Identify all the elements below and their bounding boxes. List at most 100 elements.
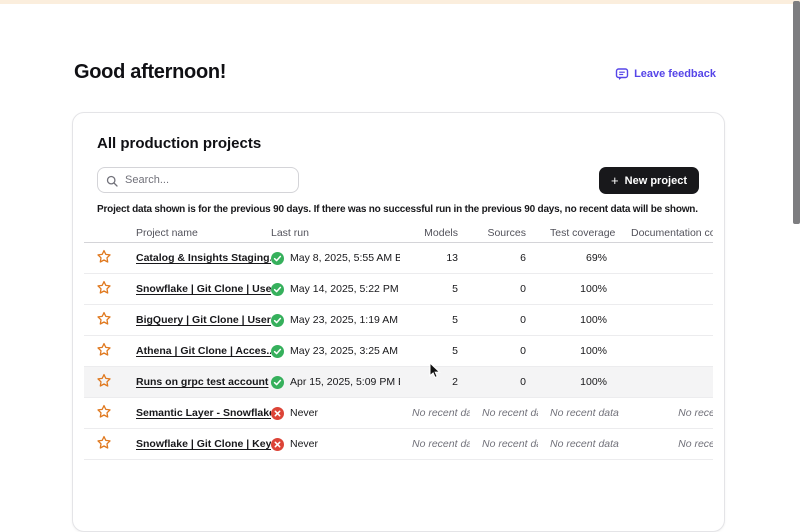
favorite-cell bbox=[84, 342, 124, 360]
test-coverage-cell: No recent data bbox=[538, 407, 619, 419]
test-coverage-cell: 100% bbox=[538, 283, 619, 295]
leave-feedback-label: Leave feedback bbox=[634, 68, 716, 80]
production-projects-card: All production projects + New project Pr… bbox=[72, 112, 725, 532]
table-row[interactable]: Snowflake | Git Clone | Use... May 14, 20… bbox=[84, 274, 713, 305]
favorite-star-icon[interactable] bbox=[96, 342, 112, 357]
sources-cell: No recent data bbox=[470, 407, 538, 419]
sources-cell: 6 bbox=[470, 252, 538, 264]
models-cell: 5 bbox=[400, 345, 470, 357]
favorite-cell bbox=[84, 311, 124, 329]
project-link[interactable]: Runs on grpc test account bbox=[136, 376, 268, 388]
table-row[interactable]: Snowflake | Git Clone | Key... Never No re… bbox=[84, 429, 713, 460]
project-name-cell: BigQuery | Git Clone | User... bbox=[124, 314, 271, 326]
top-accent-band bbox=[0, 0, 800, 4]
project-name-cell: Snowflake | Git Clone | Use... bbox=[124, 283, 271, 295]
feedback-bubble-icon bbox=[615, 67, 629, 81]
last-run-text: May 8, 2025, 5:55 AM BS bbox=[290, 252, 400, 264]
table-row[interactable]: Semantic Layer - Snowflake Never No recent… bbox=[84, 398, 713, 429]
vertical-scrollbar-thumb[interactable] bbox=[793, 1, 800, 224]
project-name-cell: Semantic Layer - Snowflake bbox=[124, 407, 271, 419]
favorite-cell bbox=[84, 373, 124, 391]
project-link[interactable]: Snowflake | Git Clone | Key... bbox=[136, 438, 271, 450]
column-header: Last run bbox=[271, 227, 400, 239]
project-link[interactable]: Catalog & Insights Staging... bbox=[136, 252, 271, 264]
project-link[interactable]: Semantic Layer - Snowflake bbox=[136, 407, 271, 419]
new-project-label: New project bbox=[625, 175, 687, 187]
last-run-text: May 23, 2025, 1:19 AM BS bbox=[290, 314, 400, 326]
favorite-star-icon[interactable] bbox=[96, 311, 112, 326]
table-header-row: Project nameLast runModelsSourcesTest co… bbox=[84, 223, 713, 243]
success-check-icon bbox=[271, 252, 284, 265]
doc-coverage-cell: No recent data bbox=[619, 438, 713, 450]
test-coverage-cell: 69% bbox=[538, 252, 619, 264]
table-row[interactable]: Runs on grpc test account Apr 15, 2025, 5… bbox=[84, 367, 713, 398]
project-name-cell: Athena | Git Clone | Acces... bbox=[124, 345, 271, 357]
favorite-star-icon[interactable] bbox=[96, 280, 112, 295]
success-check-icon bbox=[271, 376, 284, 389]
table-row[interactable]: Athena | Git Clone | Acces... May 23, 202… bbox=[84, 336, 713, 367]
favorite-star-icon[interactable] bbox=[96, 249, 112, 264]
favorite-star-icon[interactable] bbox=[96, 404, 112, 419]
favorite-cell bbox=[84, 404, 124, 422]
last-run-text: Never bbox=[290, 438, 318, 450]
search-icon bbox=[106, 174, 118, 192]
project-link[interactable]: Athena | Git Clone | Acces... bbox=[136, 345, 271, 357]
sources-cell: 0 bbox=[470, 283, 538, 295]
search-wrap bbox=[97, 167, 299, 193]
card-title: All production projects bbox=[97, 135, 700, 152]
column-header: Documentation coverage bbox=[619, 227, 713, 239]
never-x-icon bbox=[271, 407, 284, 420]
last-run-cell: May 23, 2025, 1:19 AM BS bbox=[271, 314, 400, 327]
table-row[interactable]: BigQuery | Git Clone | User... May 23, 20… bbox=[84, 305, 713, 336]
table-body: Catalog & Insights Staging... May 8, 2025… bbox=[84, 243, 713, 460]
project-name-cell: Catalog & Insights Staging... bbox=[124, 252, 271, 264]
column-header: Project name bbox=[124, 227, 271, 239]
last-run-cell: May 8, 2025, 5:55 AM BS bbox=[271, 252, 400, 265]
last-run-cell: Apr 15, 2025, 5:09 PM BS bbox=[271, 376, 400, 389]
favorite-cell bbox=[84, 435, 124, 453]
last-run-text: May 23, 2025, 3:25 AM B bbox=[290, 345, 400, 357]
models-cell: 5 bbox=[400, 314, 470, 326]
models-cell: No recent data bbox=[400, 407, 470, 419]
page-title: Good afternoon! bbox=[74, 61, 226, 84]
search-input[interactable] bbox=[97, 167, 299, 193]
dashboard-page: { "page": { "greeting": "Good afternoon!… bbox=[0, 0, 800, 450]
never-x-icon bbox=[271, 438, 284, 451]
projects-table: Project nameLast runModelsSourcesTest co… bbox=[84, 223, 713, 460]
last-run-text: Never bbox=[290, 407, 318, 419]
project-name-cell: Snowflake | Git Clone | Key... bbox=[124, 438, 271, 450]
data-window-note: Project data shown is for the previous 9… bbox=[97, 204, 700, 215]
project-name-cell: Runs on grpc test account bbox=[124, 376, 271, 388]
table-row[interactable]: Catalog & Insights Staging... May 8, 2025… bbox=[84, 243, 713, 274]
sources-cell: No recent data bbox=[470, 438, 538, 450]
last-run-text: Apr 15, 2025, 5:09 PM BS bbox=[290, 376, 400, 388]
test-coverage-cell: 100% bbox=[538, 345, 619, 357]
leave-feedback-link[interactable]: Leave feedback bbox=[615, 67, 716, 81]
models-cell: 2 bbox=[400, 376, 470, 388]
last-run-cell: May 14, 2025, 5:22 PM BS bbox=[271, 283, 400, 296]
success-check-icon bbox=[271, 283, 284, 296]
models-cell: No recent data bbox=[400, 438, 470, 450]
favorite-cell bbox=[84, 280, 124, 298]
sources-cell: 0 bbox=[470, 376, 538, 388]
favorite-star-icon[interactable] bbox=[96, 435, 112, 450]
project-link[interactable]: Snowflake | Git Clone | Use... bbox=[136, 283, 271, 295]
doc-coverage-cell: No recent data bbox=[619, 407, 713, 419]
new-project-button[interactable]: + New project bbox=[599, 167, 699, 194]
column-header: Test coverage bbox=[538, 227, 619, 239]
success-check-icon bbox=[271, 345, 284, 358]
test-coverage-cell: No recent data bbox=[538, 438, 619, 450]
column-header: Models bbox=[400, 227, 470, 239]
sources-cell: 0 bbox=[470, 314, 538, 326]
last-run-cell: May 23, 2025, 3:25 AM B bbox=[271, 345, 400, 358]
sources-cell: 0 bbox=[470, 345, 538, 357]
success-check-icon bbox=[271, 314, 284, 327]
project-link[interactable]: BigQuery | Git Clone | User... bbox=[136, 314, 271, 326]
favorite-star-icon[interactable] bbox=[96, 373, 112, 388]
test-coverage-cell: 100% bbox=[538, 376, 619, 388]
models-cell: 5 bbox=[400, 283, 470, 295]
last-run-cell: Never bbox=[271, 407, 400, 420]
last-run-cell: Never bbox=[271, 438, 400, 451]
last-run-text: May 14, 2025, 5:22 PM BS bbox=[290, 283, 400, 295]
test-coverage-cell: 100% bbox=[538, 314, 619, 326]
